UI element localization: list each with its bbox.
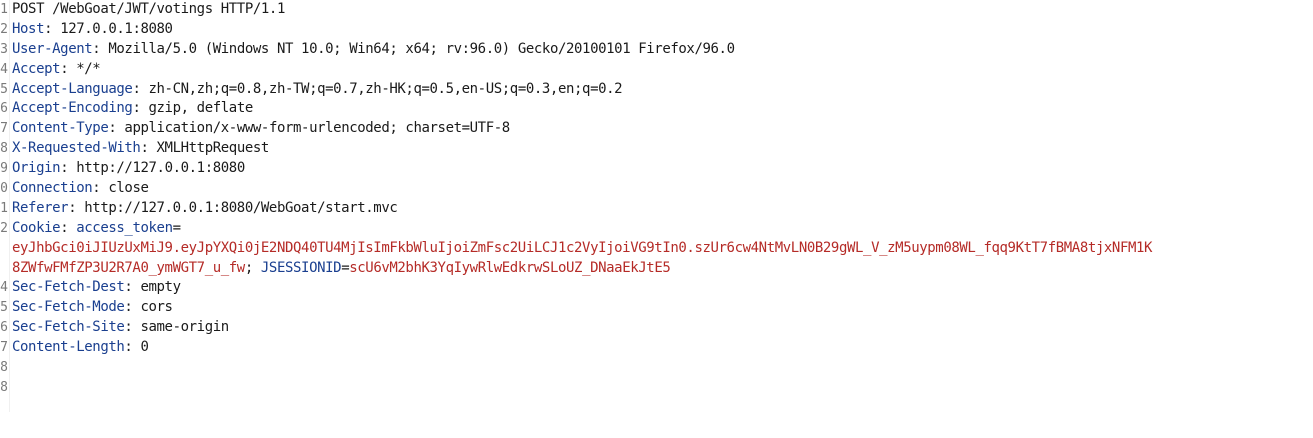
- request-line: 1 POST /WebGoat/JWT/votings HTTP/1.1: [0, 0, 1313, 20]
- header-value[interactable]: close: [108, 180, 149, 196]
- cookie-value-line: 8ZWfwFMfZP3U2R7A0_ymWGT7_u_fw; JSESSIONI…: [12, 259, 671, 276]
- header-line: 7 Content-Length: 0: [0, 338, 1313, 358]
- line-number: 7: [0, 121, 8, 137]
- line-number: 6: [0, 320, 8, 336]
- line-number: 6: [0, 101, 8, 117]
- header-name[interactable]: Host: [12, 21, 45, 37]
- header-line: 6 Sec-Fetch-Site: same-origin: [0, 318, 1313, 338]
- line-number: 2: [0, 220, 8, 236]
- line-number: 8: [0, 379, 8, 395]
- header-name[interactable]: X-Requested-With: [12, 140, 141, 156]
- cookie-name-access-token[interactable]: access_token: [76, 220, 173, 236]
- header-name[interactable]: Content-Length: [12, 339, 125, 355]
- line-number: 7: [0, 340, 8, 356]
- line-number: 8: [0, 360, 8, 376]
- line-number: 8: [0, 141, 8, 157]
- header-name[interactable]: Sec-Fetch-Site: [12, 319, 125, 335]
- header-name[interactable]: Content-Type: [12, 120, 109, 136]
- line-number: 2: [0, 21, 8, 37]
- line-number: 5: [0, 300, 8, 316]
- header-value[interactable]: gzip, deflate: [149, 100, 254, 116]
- header-name[interactable]: Sec-Fetch-Mode: [12, 299, 125, 315]
- header-name[interactable]: Accept: [12, 61, 61, 77]
- header-value[interactable]: Mozilla/5.0 (Windows NT 10.0; Win64; x64…: [108, 41, 735, 57]
- access-token-value-part2[interactable]: 8ZWfwFMfZP3U2R7A0_ymWGT7_u_fw: [12, 260, 245, 276]
- header-value[interactable]: same-origin: [140, 319, 229, 335]
- header-line: 9 Origin: http://127.0.0.1:8080: [0, 159, 1313, 179]
- header-line: 4 Accept: */*: [0, 60, 1313, 80]
- line-number: 1: [0, 200, 8, 216]
- cookie-line: 2 Cookie: access_token=: [0, 219, 1313, 239]
- header-name[interactable]: Sec-Fetch-Dest: [12, 279, 125, 295]
- access-token-value-part1[interactable]: eyJhbGci0iJIUzUxMiJ9.eyJpYXQi0jE2NDQ40TU…: [12, 239, 1152, 259]
- line-number: 0: [0, 181, 8, 197]
- header-line: 7 Content-Type: application/x-www-form-u…: [0, 119, 1313, 139]
- header-name[interactable]: Origin: [12, 160, 61, 176]
- jsessionid-value[interactable]: scU6vM2bhK3YqIywRlwEdkrwSLoUZ_DNaaEkJtE5: [349, 260, 671, 276]
- header-value[interactable]: cors: [140, 299, 173, 315]
- cookie-value-line: eyJhbGci0iJIUzUxMiJ9.eyJpYXQi0jE2NDQ40TU…: [0, 239, 1313, 259]
- header-name[interactable]: Connection: [12, 180, 93, 196]
- header-value[interactable]: empty: [140, 279, 181, 295]
- header-value[interactable]: */*: [76, 61, 100, 77]
- header-value[interactable]: 127.0.0.1:8080: [60, 21, 173, 37]
- line-number: 9: [0, 161, 8, 177]
- header-line: 3 User-Agent: Mozilla/5.0 (Windows NT 10…: [0, 40, 1313, 60]
- header-line: 1 Referer: http://127.0.0.1:8080/WebGoat…: [0, 199, 1313, 219]
- request-line-text[interactable]: POST /WebGoat/JWT/votings HTTP/1.1: [12, 0, 285, 20]
- header-value[interactable]: http://127.0.0.1:8080: [76, 160, 245, 176]
- empty-line[interactable]: 8: [0, 378, 1313, 398]
- header-line: 5 Accept-Language: zh-CN,zh;q=0.8,zh-TW;…: [0, 80, 1313, 100]
- cookie-name-jsessionid[interactable]: JSESSIONID: [261, 260, 342, 276]
- header-value[interactable]: zh-CN,zh;q=0.8,zh-TW;q=0.7,zh-HK;q=0.5,e…: [149, 81, 623, 97]
- empty-line[interactable]: 8: [0, 358, 1313, 378]
- line-number: 3: [0, 41, 8, 57]
- header-line: 8 X-Requested-With: XMLHttpRequest: [0, 139, 1313, 159]
- header-name[interactable]: Accept-Encoding: [12, 100, 133, 116]
- header-line: 4 Sec-Fetch-Dest: empty: [0, 278, 1313, 298]
- header-name[interactable]: Accept-Language: [12, 81, 133, 97]
- header-name[interactable]: Cookie: [12, 220, 61, 236]
- header-line: 2 Host: 127.0.0.1:8080: [0, 20, 1313, 40]
- cookie-separator: ;: [244, 259, 253, 276]
- header-line: 5 Sec-Fetch-Mode: cors: [0, 298, 1313, 318]
- line-number: 4: [0, 61, 8, 77]
- header-value[interactable]: XMLHttpRequest: [157, 140, 270, 156]
- line-number: 4: [0, 280, 8, 296]
- line-number: 1: [0, 2, 8, 17]
- header-value[interactable]: application/x-www-form-urlencoded; chars…: [124, 120, 510, 136]
- header-line: 6 Accept-Encoding: gzip, deflate: [0, 99, 1313, 119]
- header-name[interactable]: Referer: [12, 200, 69, 216]
- line-number: 5: [0, 81, 8, 97]
- header-line: 0 Connection: close: [0, 179, 1313, 199]
- header-name[interactable]: User-Agent: [12, 41, 93, 57]
- header-value[interactable]: http://127.0.0.1:8080/WebGoat/start.mvc: [84, 200, 398, 216]
- http-request-editor[interactable]: 1 POST /WebGoat/JWT/votings HTTP/1.1 2 H…: [0, 0, 1313, 412]
- header-value[interactable]: 0: [140, 339, 148, 355]
